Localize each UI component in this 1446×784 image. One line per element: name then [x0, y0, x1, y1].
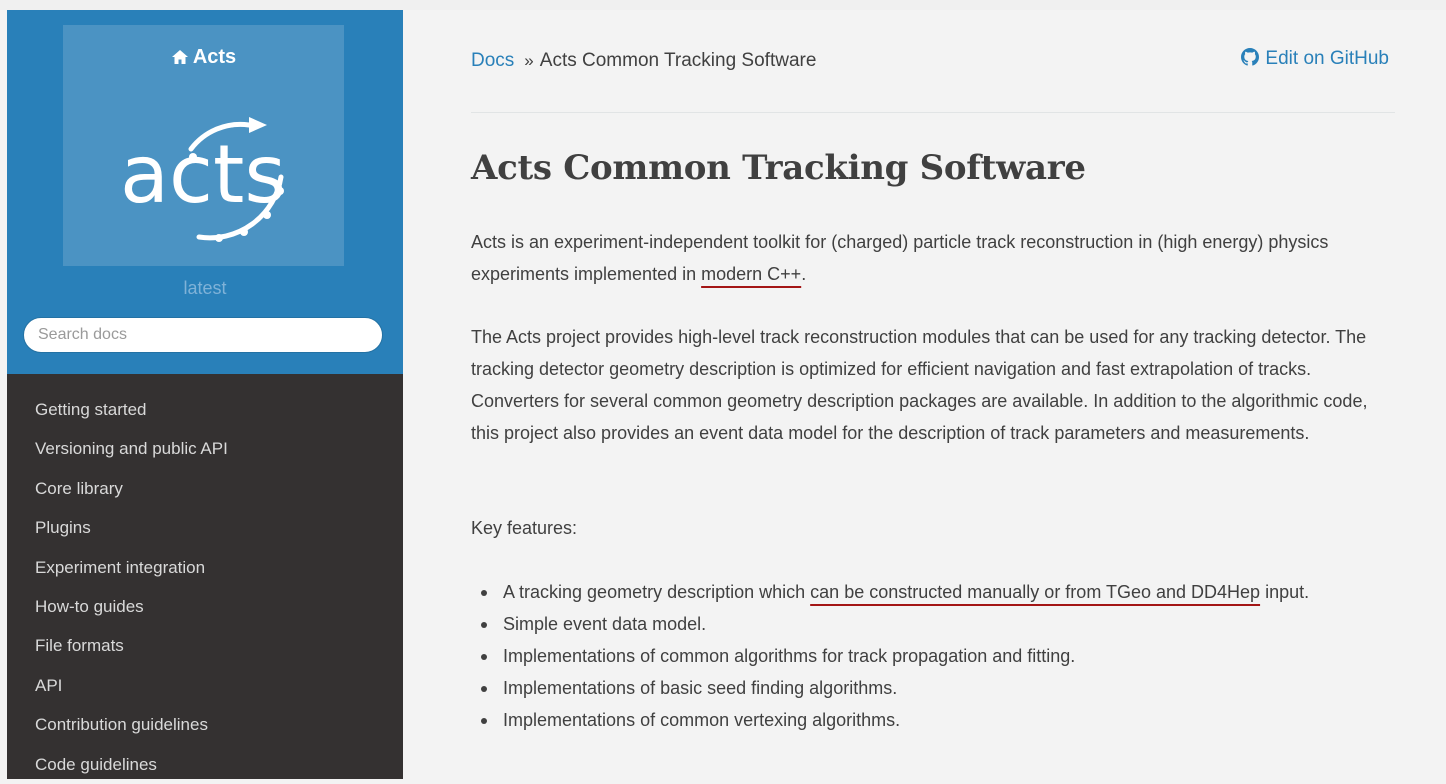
- header-divider: [471, 112, 1395, 113]
- list-item: Simple event data model.: [471, 608, 1395, 640]
- sidebar-item-api[interactable]: API: [7, 666, 403, 705]
- sidebar-nav: Getting started Versioning and public AP…: [7, 390, 403, 784]
- intro-end: .: [801, 264, 807, 284]
- list-item: A tracking geometry description which ca…: [471, 576, 1395, 608]
- sidebar: Acts acts latest Getting started Version…: [7, 10, 403, 779]
- search-input[interactable]: [23, 317, 383, 353]
- home-link[interactable]: Acts: [63, 46, 344, 69]
- version-label: latest: [183, 278, 227, 298]
- sidebar-item-code-guidelines[interactable]: Code guidelines: [7, 745, 403, 784]
- list-item: Implementations of common algorithms for…: [471, 640, 1395, 672]
- sidebar-item-core-library[interactable]: Core library: [7, 469, 403, 508]
- logo-text: acts: [120, 128, 286, 221]
- breadcrumb-separator: »: [524, 51, 534, 70]
- list-item: Implementations of common vertexing algo…: [471, 704, 1395, 736]
- intro-paragraph: Acts is an experiment-independent toolki…: [471, 226, 1395, 290]
- sidebar-item-versioning[interactable]: Versioning and public API: [7, 429, 403, 468]
- sidebar-header: Acts acts latest: [7, 10, 403, 374]
- breadcrumb: Docs » Acts Common Tracking Software Edit …: [471, 48, 1395, 78]
- sidebar-item-plugins[interactable]: Plugins: [7, 508, 403, 547]
- breadcrumb-docs-link[interactable]: Docs: [471, 50, 514, 71]
- breadcrumb-current: Acts Common Tracking Software: [539, 50, 817, 71]
- list-item: Implementations of basic seed finding al…: [471, 672, 1395, 704]
- key-features-label: Key features:: [471, 518, 578, 538]
- feature-1-text: A tracking geometry description which: [503, 582, 806, 602]
- home-label: Acts: [192, 46, 237, 68]
- logo-panel: Acts acts: [63, 25, 344, 266]
- sidebar-item-file-formats[interactable]: File formats: [7, 626, 403, 665]
- edit-on-github-link[interactable]: Edit on GitHub: [1241, 48, 1389, 70]
- edit-on-github-label: Edit on GitHub: [1265, 48, 1389, 69]
- description-paragraph: The Acts project provides high-level tra…: [471, 327, 1368, 443]
- sidebar-item-contribution-guidelines[interactable]: Contribution guidelines: [7, 705, 403, 744]
- page-title: Acts Common Tracking Software: [471, 148, 1086, 188]
- sidebar-item-experiment-integration[interactable]: Experiment integration: [7, 548, 403, 587]
- feature-1-annotation: can be constructed manually or from TGeo…: [810, 582, 1261, 602]
- sidebar-item-how-to-guides[interactable]: How-to guides: [7, 587, 403, 626]
- acts-logo: acts: [120, 117, 286, 242]
- sidebar-item-getting-started[interactable]: Getting started: [7, 390, 403, 429]
- github-icon: [1241, 48, 1260, 66]
- top-strip: [0, 0, 1446, 10]
- features-list: A tracking geometry description which ca…: [471, 576, 1395, 736]
- home-icon: [171, 50, 188, 64]
- feature-1-end: input.: [1265, 582, 1310, 602]
- modern-cpp-annotation: modern C++: [701, 264, 802, 284]
- intro-text: Acts is an experiment-independent toolki…: [471, 232, 1329, 284]
